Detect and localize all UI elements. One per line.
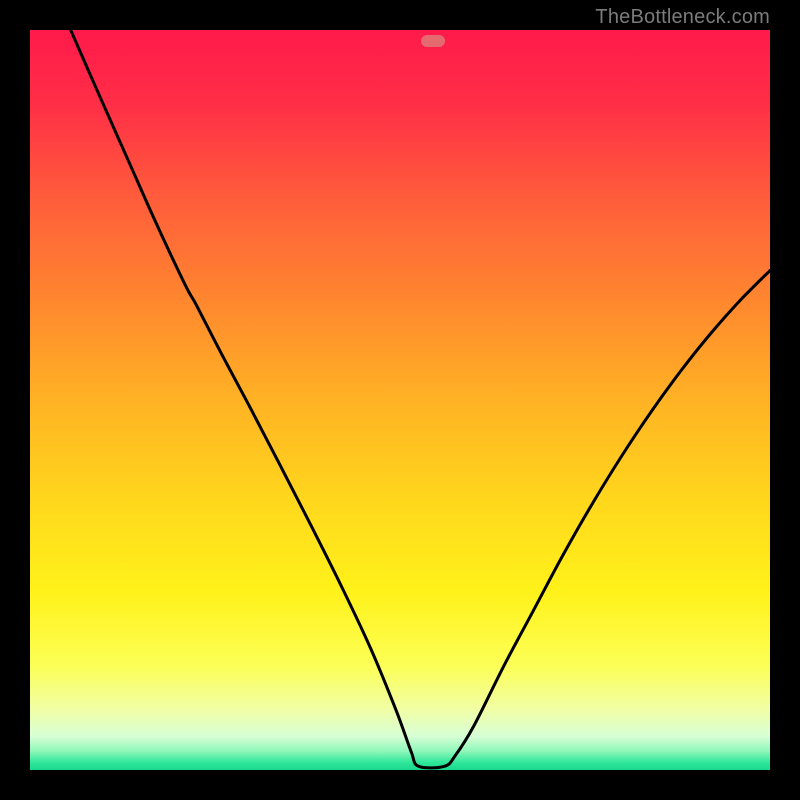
- optimum-marker: [421, 35, 445, 47]
- watermark-text: TheBottleneck.com: [595, 6, 770, 29]
- curve-layer: [30, 30, 770, 770]
- bottleneck-curve: [71, 30, 770, 768]
- plot-area: [30, 30, 770, 770]
- chart-stage: TheBottleneck.com: [0, 0, 800, 800]
